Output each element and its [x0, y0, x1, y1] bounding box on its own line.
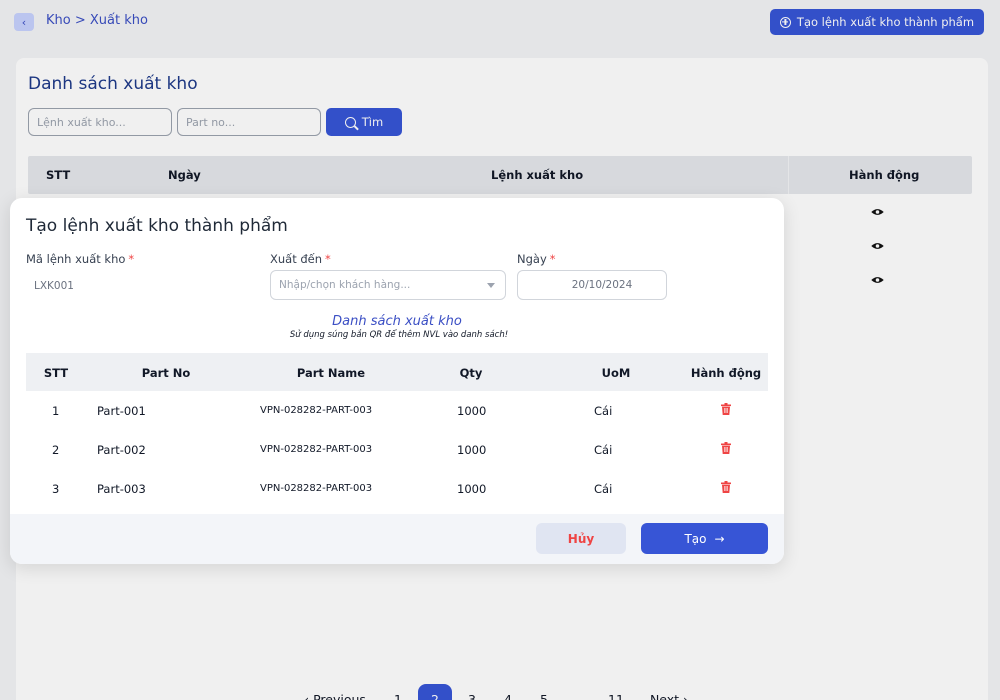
column-part-no: Part No [141, 366, 191, 380]
code-value: LXK001 [34, 280, 74, 292]
cell-uom: Cái [594, 404, 613, 418]
cell-part-name: VPN-028282-PART-003 [260, 405, 373, 416]
cancel-button[interactable]: Hủy [536, 523, 626, 554]
date-label-text: Ngày [517, 252, 547, 266]
column-part-name: Part Name [296, 366, 366, 380]
modal-title: Tạo lệnh xuất kho thành phẩm [26, 216, 288, 236]
cell-stt: 3 [52, 482, 60, 496]
cell-uom: Cái [594, 482, 613, 496]
chevron-down-icon [487, 283, 495, 288]
date-input[interactable]: 20/10/2024 [517, 270, 667, 300]
required-mark: * [128, 252, 135, 266]
destination-label-text: Xuất đến [270, 252, 323, 266]
create-button-label: Tạo [684, 531, 707, 546]
cell-part-no: Part-003 [97, 482, 146, 496]
date-label: Ngày * [517, 252, 556, 266]
trash-icon[interactable] [721, 442, 731, 454]
cell-part-no: Part-001 [97, 404, 146, 418]
trash-icon[interactable] [721, 481, 731, 493]
cell-stt: 2 [52, 443, 60, 457]
qr-scan-hint: Sử dụng súng bắn QR để thêm NVL vào danh… [289, 330, 509, 340]
table-row: 1 Part-001 VPN-028282-PART-003 1000 Cái [26, 392, 768, 430]
table-row: 3 Part-003 VPN-028282-PART-003 1000 Cái [26, 470, 768, 508]
items-table-header: STT Part No Part Name Qty UoM Hành động [26, 353, 768, 391]
column-qty: Qty [459, 366, 483, 380]
arrow-right-icon: → [714, 531, 725, 546]
modal-footer: Hủy Tạo → [10, 514, 784, 564]
customer-select-placeholder: Nhập/chọn khách hàng... [279, 279, 411, 291]
cell-qty: 1000 [457, 443, 487, 457]
required-mark: * [549, 252, 556, 266]
column-uom: UoM [601, 366, 631, 380]
cell-qty: 1000 [457, 482, 487, 496]
destination-label: Xuất đến * [270, 252, 331, 266]
date-value: 20/10/2024 [571, 279, 633, 291]
cell-stt: 1 [52, 404, 60, 418]
create-export-modal: Tạo lệnh xuất kho thành phẩm Mã lệnh xuấ… [10, 198, 784, 564]
cell-part-name: VPN-028282-PART-003 [260, 483, 373, 494]
customer-select[interactable]: Nhập/chọn khách hàng... [270, 270, 506, 300]
create-button[interactable]: Tạo → [641, 523, 768, 554]
cell-part-no: Part-002 [97, 443, 146, 457]
cell-uom: Cái [594, 443, 613, 457]
export-list-title: Danh sách xuất kho [332, 314, 462, 329]
trash-icon[interactable] [721, 403, 731, 415]
code-label-text: Mã lệnh xuất kho [26, 252, 126, 266]
code-label: Mã lệnh xuất kho * [26, 252, 134, 266]
column-action: Hành động [690, 366, 762, 380]
cell-part-name: VPN-028282-PART-003 [260, 444, 373, 455]
cell-qty: 1000 [457, 404, 487, 418]
required-mark: * [325, 252, 331, 266]
column-stt: STT [43, 366, 69, 380]
table-row: 2 Part-002 VPN-028282-PART-003 1000 Cái [26, 431, 768, 469]
